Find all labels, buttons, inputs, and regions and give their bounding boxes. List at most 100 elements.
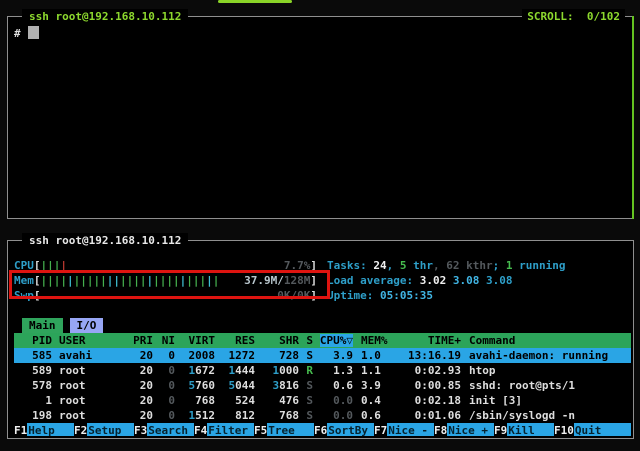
cell-col10: 1.0 <box>353 348 395 363</box>
cell-col3: 20 <box>121 408 153 423</box>
cell-col2: root <box>52 408 121 423</box>
cell-col6: 1444 <box>215 363 255 378</box>
fkey-tree[interactable]: F5Tree <box>254 423 314 436</box>
cell-col12: sshd: root@pts/1 <box>461 378 631 393</box>
fkey-sortby[interactable]: F6SortBy <box>314 423 374 436</box>
fkey-kill[interactable]: F9Kill <box>494 423 554 436</box>
cell-col5: 1512 <box>175 408 215 423</box>
cell-col3: 20 <box>121 348 153 363</box>
table-header[interactable]: PIDUSERPRINIVIRTRESSHRSCPU%▽MEM%TIME+Com… <box>14 333 631 348</box>
cell-col6: 1272 <box>215 348 255 363</box>
scroll-position-bar[interactable] <box>632 16 634 219</box>
cell-col4: 0 <box>153 348 175 363</box>
cell-col4: 0 <box>153 363 175 378</box>
swap-meter-bars <box>41 288 278 303</box>
video-progress-bar <box>218 0 292 3</box>
cell-col7: SHR <box>255 333 299 348</box>
process-row[interactable]: 585avahi20020081272728S3.91.013:16.19ava… <box>14 348 631 363</box>
cell-col11: 13:16.19 <box>395 348 461 363</box>
fkey-label: Nice - <box>387 423 434 436</box>
cell-col7: 476 <box>255 393 299 408</box>
load-average: Load average: 3.02 3.08 3.08 <box>327 273 512 288</box>
cell-col10: MEM% <box>353 333 395 348</box>
mem-meter-label: Mem <box>14 273 34 288</box>
tab-io[interactable]: I/O <box>70 318 104 333</box>
cell-col9: 0.6 <box>313 378 353 393</box>
cell-col1: 589 <box>14 363 52 378</box>
cell-col1: 578 <box>14 378 52 393</box>
fkey-label: Setup <box>87 423 134 436</box>
cell-col10: 1.1 <box>353 363 395 378</box>
mem-meter-value: 37.9M/128M <box>244 273 310 288</box>
cell-col9: 1.3 <box>313 363 353 378</box>
cell-col1: PID <box>14 333 52 348</box>
tasks-summary: Tasks: 24, 5 thr, 62 kthr; 1 running <box>327 258 565 273</box>
cell-col11: 0:02.18 <box>395 393 461 408</box>
cell-col12: avahi-daemon: running <box>461 348 631 363</box>
cell-col8: S <box>299 333 313 348</box>
htop-content: CPU[||||7.7%] Tasks: 24, 5 thr, 62 kthr;… <box>8 241 633 436</box>
cell-col9: 3.9 <box>313 348 353 363</box>
terminal-screen: ssh root@192.168.10.112 SCROLL: 0/102 # … <box>0 0 640 451</box>
cell-col11: 0:00.85 <box>395 378 461 393</box>
process-row[interactable]: 198root2001512812768S0.00.60:01.06/sbin/… <box>14 408 631 423</box>
process-row[interactable]: 578root200576050443816S0.63.90:00.85sshd… <box>14 378 631 393</box>
swap-meter: Swp[0K/0K] Uptime: 05:05:35 <box>14 288 631 303</box>
function-key-bar: F1HelpF2SetupF3SearchF4FilterF5TreeF6Sor… <box>14 423 631 436</box>
bottom-pane-htop[interactable]: ssh root@192.168.10.112 CPU[||||7.7%] Ta… <box>7 240 634 439</box>
cell-col10: 0.6 <box>353 408 395 423</box>
top-pane-shell[interactable]: ssh root@192.168.10.112 SCROLL: 0/102 # <box>7 16 634 219</box>
process-row[interactable]: 589root200167214441000R1.31.10:02.93htop <box>14 363 631 378</box>
scroll-indicator: SCROLL: 0/102 <box>522 9 625 24</box>
cell-col4: 0 <box>153 378 175 393</box>
cell-col1: 198 <box>14 408 52 423</box>
cell-col3: 20 <box>121 363 153 378</box>
fkey-quit[interactable]: F10Quit <box>554 423 631 436</box>
process-row[interactable]: 1root200768524476S0.00.40:02.18init [3] <box>14 393 631 408</box>
cpu-meter-bars: |||| <box>41 258 284 273</box>
cell-col2: root <box>52 363 121 378</box>
cell-col3: PRI <box>121 333 153 348</box>
mem-meter: Mem[|||||||||||||||||||||||||||37.9M/128… <box>14 273 631 288</box>
spacer-line <box>14 303 631 318</box>
fkey-search[interactable]: F3Search <box>134 423 194 436</box>
cell-col7: 3816 <box>255 378 299 393</box>
cell-col4: NI <box>153 333 175 348</box>
cell-col12: /sbin/syslogd -n <box>461 408 631 423</box>
process-table: PIDUSERPRINIVIRTRESSHRSCPU%▽MEM%TIME+Com… <box>14 333 631 423</box>
cell-col5: 2008 <box>175 348 215 363</box>
cell-col5: VIRT <box>175 333 215 348</box>
fkey-nice-[interactable]: F8Nice + <box>434 423 494 436</box>
fkey-setup[interactable]: F2Setup <box>74 423 134 436</box>
fkey-nice-[interactable]: F7Nice - <box>374 423 434 436</box>
swap-meter-value: 0K/0K <box>277 288 310 303</box>
fkey-key: F1 <box>14 423 27 436</box>
cell-col2: root <box>52 393 121 408</box>
cell-col11: 0:02.93 <box>395 363 461 378</box>
fkey-filter[interactable]: F4Filter <box>194 423 254 436</box>
cell-col1: 585 <box>14 348 52 363</box>
top-pane-title: ssh root@192.168.10.112 <box>22 9 188 24</box>
cell-col6: 812 <box>215 408 255 423</box>
cell-col4: 0 <box>153 393 175 408</box>
cell-col11: TIME+ <box>395 333 461 348</box>
cell-col6: 5044 <box>215 378 255 393</box>
fkey-key: F5 <box>254 423 267 436</box>
fkey-label: Nice + <box>447 423 494 436</box>
fkey-key: F4 <box>194 423 207 436</box>
fkey-label: Quit <box>574 423 631 436</box>
fkey-help[interactable]: F1Help <box>14 423 74 436</box>
tab-main[interactable]: Main <box>22 318 63 333</box>
cell-col6: 524 <box>215 393 255 408</box>
cell-col9: 0.0 <box>313 393 353 408</box>
cpu-meter-label: CPU <box>14 258 34 273</box>
screen-tabs: Main I/O <box>14 318 631 333</box>
fkey-key: F3 <box>134 423 147 436</box>
swap-meter-label: Swp <box>14 288 34 303</box>
cell-col12: init [3] <box>461 393 631 408</box>
cell-col7: 768 <box>255 408 299 423</box>
cell-col2: avahi <box>52 348 121 363</box>
cell-col8: R <box>299 363 313 378</box>
fkey-label: SortBy <box>327 423 374 436</box>
fkey-key: F6 <box>314 423 327 436</box>
